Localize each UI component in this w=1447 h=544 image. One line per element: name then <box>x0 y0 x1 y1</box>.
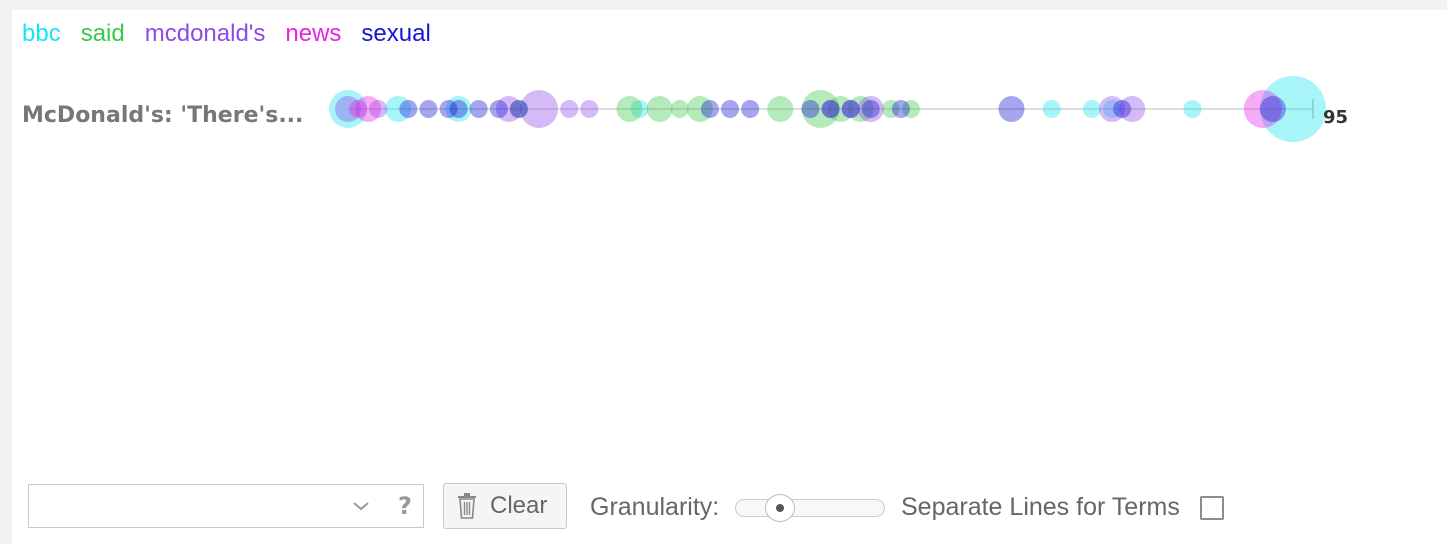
bubble-sexual-17[interactable] <box>1259 96 1286 122</box>
bubble-bbc-7[interactable] <box>1183 100 1202 118</box>
legend-term-said[interactable]: said <box>81 20 125 54</box>
term-search-input[interactable] <box>29 485 369 527</box>
bubble-sexual-11[interactable] <box>821 100 840 118</box>
bubble-sexual-13[interactable] <box>861 100 880 118</box>
toolbar: ? Clear Granularity: Separate Lines for … <box>0 480 1447 540</box>
bubble-news-1[interactable] <box>355 96 382 122</box>
legend-term-sexual[interactable]: sexual <box>361 20 430 54</box>
bubble-sexual-7[interactable] <box>700 100 719 118</box>
bubble-sexual-1[interactable] <box>419 100 438 118</box>
bubble-bbc-5[interactable] <box>1082 100 1101 118</box>
legend-term-news[interactable]: news <box>285 20 341 54</box>
bubble-said-1[interactable] <box>616 96 643 122</box>
bubble-sexual-15[interactable] <box>998 96 1025 122</box>
granularity-slider-handle[interactable] <box>765 494 795 522</box>
legend-term-mcdonalds[interactable]: mcdonald's <box>145 20 266 54</box>
bubble-said-5[interactable] <box>767 96 794 122</box>
legend-term-bbc[interactable]: bbc <box>22 20 61 54</box>
separate-lines-label: Separate Lines for Terms <box>901 493 1180 521</box>
granularity-label: Granularity: <box>590 493 720 521</box>
bubble-sexual-16[interactable] <box>1113 100 1132 118</box>
bubble-sexual-14[interactable] <box>891 100 910 118</box>
term-search-combobox[interactable]: ? <box>28 484 424 528</box>
bubble-mcdonalds-5[interactable] <box>580 100 599 118</box>
bubble-said-2[interactable] <box>646 96 673 122</box>
bubble-sexual-6[interactable] <box>509 100 528 118</box>
trash-icon <box>458 493 476 519</box>
bubble-sexual-5[interactable] <box>489 100 508 118</box>
help-icon[interactable]: ? <box>393 492 417 520</box>
terms-panel <box>12 10 1447 544</box>
bubble-mcdonalds-4[interactable] <box>560 100 579 118</box>
bubble-sexual-8[interactable] <box>721 100 740 118</box>
term-legend: bbc said mcdonald's news sexual <box>22 20 431 54</box>
separate-lines-checkbox[interactable] <box>1200 496 1224 520</box>
clear-button[interactable]: Clear <box>443 483 567 529</box>
granularity-slider[interactable] <box>735 494 885 522</box>
bubble-sexual-0[interactable] <box>399 100 418 118</box>
bubble-sexual-9[interactable] <box>741 100 760 118</box>
bubble-bbc-4[interactable] <box>1042 100 1061 118</box>
bubble-said-3[interactable] <box>670 100 689 118</box>
bubble-sexual-12[interactable] <box>841 100 860 118</box>
bubble-sexual-4[interactable] <box>469 100 488 118</box>
clear-button-label: Clear <box>490 492 548 519</box>
document-title[interactable]: McDonald's: 'There's... <box>22 103 303 128</box>
bubble-sexual-3[interactable] <box>449 100 468 118</box>
bubble-sexual-10[interactable] <box>801 100 820 118</box>
chevron-down-icon[interactable] <box>351 498 371 514</box>
